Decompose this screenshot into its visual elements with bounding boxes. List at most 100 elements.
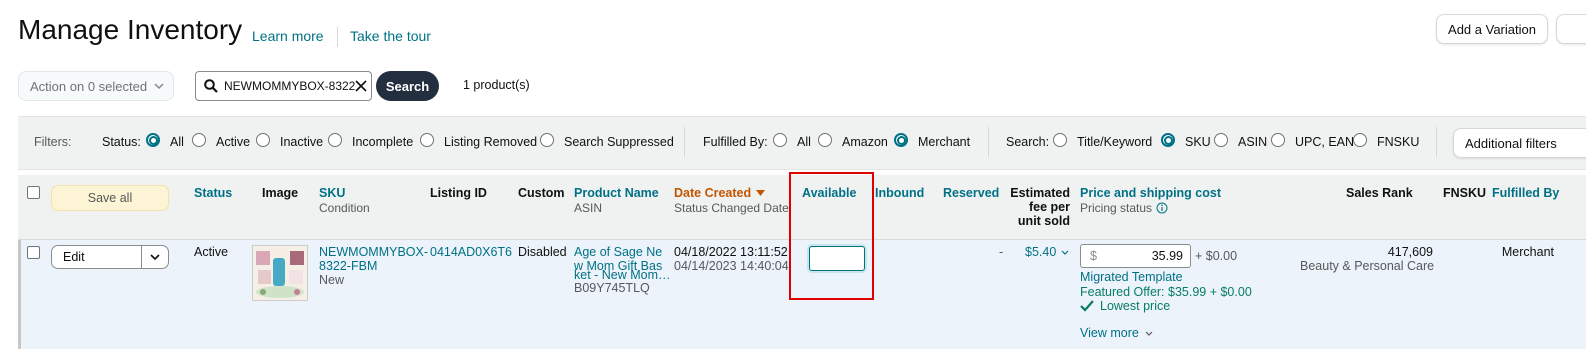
price-column-header[interactable]: Price and shipping cost (1080, 186, 1221, 200)
listing-id-column-header: Listing ID (430, 186, 487, 200)
search-input[interactable]: NEWMOMMYBOX-8322 (195, 71, 372, 101)
close-icon[interactable] (355, 80, 367, 92)
row-checkbox[interactable] (27, 246, 40, 259)
asin-subheader: ASIN (574, 201, 603, 215)
status-suppressed-radio[interactable] (540, 133, 554, 147)
divider (988, 127, 989, 157)
status-active-radio[interactable] (192, 133, 206, 147)
status-all-label: All (170, 135, 184, 149)
search-fnsku-radio[interactable] (1353, 133, 1367, 147)
row-featured-offer: Featured Offer: $35.99 + $0.00 (1080, 285, 1252, 299)
row-sku-line2[interactable]: 8322-FBM (319, 259, 377, 273)
sales-rank-column-header: Sales Rank (1346, 186, 1413, 200)
fulfilled-filter-label: Fulfilled By: (703, 135, 768, 149)
filters-label: Filters: (34, 135, 72, 149)
chevron-down-icon[interactable] (150, 253, 160, 261)
est-fee-line2: fee per (1029, 200, 1070, 214)
fnsku-column-header: FNSKU (1443, 186, 1487, 200)
save-all-button[interactable]: Save all (51, 185, 169, 211)
fulfilled-amazon-radio[interactable] (818, 133, 832, 147)
lowest-price-badge: Lowest price (1080, 299, 1170, 313)
add-variation-button[interactable]: Add a Variation (1436, 14, 1548, 44)
pricing-status-subheader: Pricing status (1080, 201, 1168, 215)
edit-button[interactable]: Edit (63, 250, 141, 264)
chevron-down-icon (1061, 250, 1069, 255)
bulk-action-select[interactable]: Action on 0 selected (18, 71, 174, 101)
search-upc-radio[interactable] (1271, 133, 1285, 147)
row-status-changed: 04/14/2023 14:40:04 (674, 259, 789, 273)
select-all-checkbox[interactable] (27, 186, 40, 199)
product-name-column-header[interactable]: Product Name (574, 186, 659, 200)
search-fnsku-label: FNSKU (1377, 135, 1420, 149)
status-filter-label: Status: (102, 135, 141, 149)
additional-filters-button[interactable]: Additional filters (1453, 128, 1586, 158)
available-quantity-input[interactable] (809, 246, 865, 271)
price-input[interactable]: $ 35.99 (1080, 244, 1191, 268)
status-suppressed-label: Search Suppressed (564, 135, 674, 149)
row-product-name-line1[interactable]: Age of Sage Ne (574, 245, 662, 259)
est-fee-line3: unit sold (1017, 214, 1070, 228)
search-title-radio[interactable] (1053, 133, 1067, 147)
more-header-button[interactable] (1556, 14, 1586, 44)
check-icon (1080, 300, 1094, 312)
available-column-header[interactable]: Available (802, 186, 856, 200)
status-inactive-label: Inactive (280, 135, 324, 149)
search-sku-label: SKU (1185, 135, 1211, 149)
row-fulfilled-by: Merchant (1501, 245, 1554, 259)
fulfilled-merchant-radio[interactable] (894, 133, 908, 147)
fulfilled-by-column-header[interactable]: Fulfilled By (1492, 186, 1559, 200)
search-title-label: Title/Keyword (1077, 135, 1153, 149)
row-sales-rank: 417,609 (1387, 245, 1433, 259)
take-tour-link[interactable]: Take the tour (350, 28, 431, 44)
fulfilled-all-radio[interactable] (773, 133, 787, 147)
status-inactive-radio[interactable] (256, 133, 270, 147)
search-icon (204, 79, 218, 93)
lowest-price-label: Lowest price (1100, 299, 1171, 313)
search-asin-radio[interactable] (1214, 133, 1228, 147)
chevron-down-icon (1145, 331, 1153, 336)
product-image[interactable] (252, 245, 308, 301)
row-sku-line1[interactable]: NEWMOMMYBOX- (319, 245, 428, 259)
row-shipping: + $0.00 (1195, 249, 1238, 263)
divider (337, 27, 338, 47)
row-fee[interactable]: $5.40 (1025, 245, 1069, 259)
status-column-header[interactable]: Status (194, 186, 232, 200)
search-button[interactable]: Search (376, 71, 439, 101)
edit-action-dropdown[interactable]: Edit (51, 245, 169, 269)
date-created-column-header[interactable]: Date Created (674, 186, 766, 200)
learn-more-link[interactable]: Learn more (252, 28, 324, 44)
date-created-label: Date Created (674, 186, 752, 200)
row-listing-id[interactable]: 0414AD0X6T6 (430, 245, 512, 259)
view-more-link[interactable]: View more (1080, 326, 1153, 340)
condition-subheader: Condition (319, 201, 370, 215)
row-reserved: - (999, 245, 1004, 259)
search-upc-label: UPC, EAN (1295, 135, 1355, 149)
status-incomplete-label: Incomplete (352, 135, 414, 149)
fulfilled-amazon-label: Amazon (842, 135, 888, 149)
search-sku-radio[interactable] (1161, 133, 1175, 147)
sku-column-header[interactable]: SKU (319, 186, 345, 200)
view-more-label: View more (1080, 326, 1139, 340)
info-icon[interactable] (1156, 202, 1168, 214)
status-removed-radio[interactable] (420, 133, 434, 147)
reserved-column-header[interactable]: Reserved (943, 186, 999, 200)
status-all-radio[interactable] (146, 133, 160, 147)
divider (1436, 127, 1437, 157)
currency-symbol: $ (1090, 249, 1097, 263)
row-migrated-template[interactable]: Migrated Template (1080, 270, 1183, 284)
status-changed-subheader: Status Changed Date (674, 201, 789, 215)
custom-column-header: Custom (518, 186, 565, 200)
row-rank-category: Beauty & Personal Care (1300, 259, 1435, 273)
inbound-column-header[interactable]: Inbound (875, 186, 924, 200)
price-value: 35.99 (1151, 249, 1183, 263)
status-removed-label: Listing Removed (444, 135, 538, 149)
chevron-down-icon (154, 83, 164, 90)
sort-down-icon (756, 190, 766, 196)
fulfilled-all-label: All (797, 135, 811, 149)
fulfilled-merchant-label: Merchant (918, 135, 971, 149)
status-incomplete-radio[interactable] (328, 133, 342, 147)
row-product-name-line3[interactable]: ket - New Mom… (574, 268, 671, 282)
row-condition: New (319, 273, 345, 287)
product-count: 1 product(s) (463, 78, 530, 92)
row-custom: Disabled (518, 245, 567, 259)
